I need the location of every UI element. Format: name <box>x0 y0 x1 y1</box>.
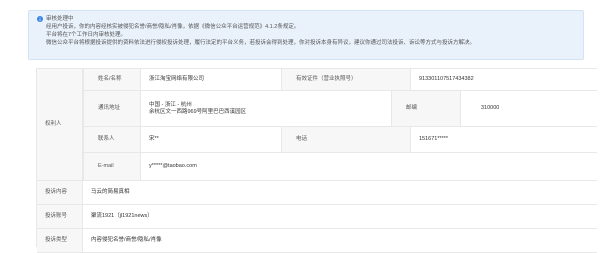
address-label: 通讯地址 <box>83 91 141 126</box>
address-value: 中国 - 浙江 - 杭州 余杭区文一西路969号阿里巴巴西溪园区 <box>141 91 391 126</box>
complaint-type-value: 内容侵犯名誉/商誉/隐私/肖像 <box>91 237 162 244</box>
complaint-account-row: 投诉账号 聚流1921（jl1921news） <box>37 205 597 229</box>
contact-row: 联系人 宋** 电话 151671***** <box>83 127 597 153</box>
postcode-value: 310000 <box>481 105 500 112</box>
complaint-content-label: 投诉内容 <box>37 181 83 204</box>
review-notice-banner: i 审核处理中 经用户投诉，你的内容经核实被侵犯名誉/商誉/隐私/肖像，依据《微… <box>28 10 584 60</box>
notice-line-3: 微信公众平台将根据投诉提供的资料依法进行侵权投诉处理，履行法定的平台义务，若投诉… <box>46 39 476 46</box>
complaint-type-row: 投诉类型 内容侵犯名誉/商誉/隐私/肖像 <box>37 229 597 253</box>
email-label: E-mail <box>83 153 141 180</box>
rights-holder-label: 权利人 <box>37 69 83 180</box>
contact-value: 宋** <box>149 136 159 143</box>
email-row: E-mail y*****@taobao.com <box>83 153 597 181</box>
contact-label: 联系人 <box>83 127 141 152</box>
address-line-1: 中国 - 浙江 - 杭州 <box>149 101 192 108</box>
notice-line-2: 平台将在7个工作日内审核处理。 <box>46 31 127 38</box>
complaint-account-label: 投诉账号 <box>37 205 83 228</box>
complaint-content-value: 马云的简易真相 <box>91 189 130 196</box>
phone-label: 电话 <box>281 127 411 152</box>
postcode-label: 邮编 <box>391 91 461 126</box>
address-row: 通讯地址 中国 - 浙江 - 杭州 余杭区文一西路969号阿里巴巴西溪园区 邮编… <box>83 91 597 127</box>
address-line-2: 余杭区文一西路969号阿里巴巴西溪园区 <box>149 108 247 115</box>
name-value: 浙江淘宝网络有限公司 <box>149 76 205 83</box>
id-value: 913301107517434382 <box>419 76 474 83</box>
id-label: 有效证件（营业执照号） <box>281 69 411 90</box>
name-label: 姓名/名称 <box>83 69 141 90</box>
info-icon: i <box>37 16 43 23</box>
complaint-content-row: 投诉内容 马云的简易真相 <box>37 181 597 205</box>
complaint-account-value: 聚流1921（jl1921news） <box>91 213 153 220</box>
notice-line-1: 经用户投诉，你的内容经核实被侵犯名誉/商誉/隐私/肖像，依据《微信公众平台运营规… <box>46 23 300 30</box>
phone-value: 151671***** <box>419 136 449 143</box>
notice-title: 审核处理中 <box>46 16 74 22</box>
complaint-type-label: 投诉类型 <box>37 229 83 252</box>
complaint-detail-table: 权利人 姓名/名称 浙江淘宝网络有限公司 有效证件（营业执照号） 9133011… <box>36 68 597 253</box>
name-row: 姓名/名称 浙江淘宝网络有限公司 有效证件（营业执照号） 91330110751… <box>83 69 597 91</box>
email-value: y*****@taobao.com <box>149 163 197 170</box>
